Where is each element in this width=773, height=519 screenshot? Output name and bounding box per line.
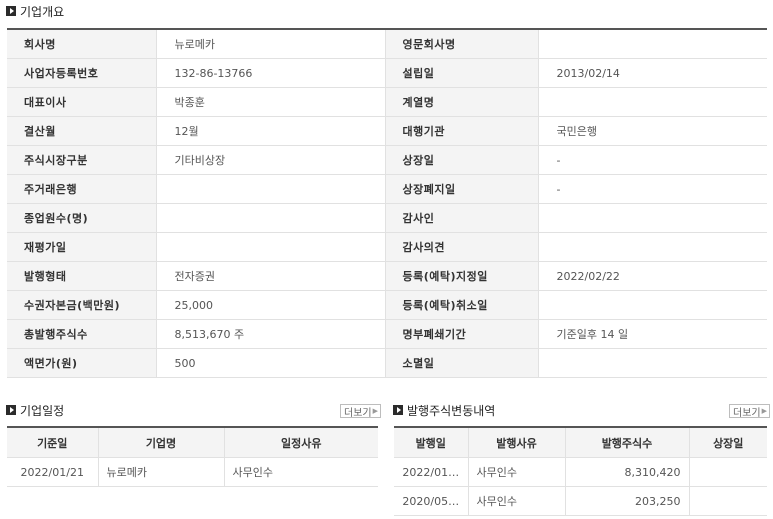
overview-label: 총발행주식수 [7,319,156,349]
more-label: 더보기 [733,407,761,419]
shares-cell-listing-date [688,486,767,516]
table-row: 사업자등록번호 132-86-13766 설립일 2013/02/14 [7,58,767,88]
overview-label: 대행기관 [385,116,538,146]
table-row: 발행형태 전자증권 등록(예탁)지정일 2022/02/22 [7,261,767,291]
shares-title: 발행주식변동내역 [407,403,496,418]
overview-label: 발행형태 [7,261,156,291]
overview-label: 감사의견 [385,232,538,262]
shares-cell-issue-date: 2020/05… [394,486,468,516]
table-row: 수권자본금(백만원) 25,000 등록(예탁)취소일 [7,290,767,320]
shares-header-count: 발행주식수 [564,426,689,458]
overview-value [537,28,767,59]
overview-value [155,174,386,204]
table-row: 주식시장구분 기타비상장 상장일 - [7,145,767,175]
overview-label: 설립일 [385,58,538,88]
shares-cell-count: 203,250 [564,486,689,516]
overview-label: 종업원수(명) [7,203,156,233]
overview-value: 전자증권 [155,261,386,291]
schedule-cell-company: 뉴로메카 [97,457,224,487]
overview-label: 영문회사명 [385,28,538,59]
schedule-cell-reason: 사무인수 [223,457,378,487]
schedule-title: 기업일정 [20,403,65,418]
overview-value: 8,513,670 주 [155,319,386,349]
overview-label: 액면가(원) [7,348,156,378]
overview-value: 국민은행 [537,116,767,146]
schedule-more-button[interactable]: 더보기 ▶ [340,404,381,419]
overview-value: - [537,174,767,204]
overview-label: 결산월 [7,116,156,146]
shares-section-title: 발행주식변동내역 [393,402,495,418]
overview-value: 뉴로메카 [155,28,386,59]
shares-header-issue-date: 발행일 [394,426,468,458]
schedule-table: 기준일 기업명 일정사유 2022/01/21 뉴로메카 사무인수 [7,426,378,487]
shares-header-listing-date: 상장일 [688,426,767,458]
shares-cell-count: 8,310,420 [564,457,689,487]
overview-label: 상장폐지일 [385,174,538,204]
shares-cell-issue-date: 2022/01… [394,457,468,487]
overview-value: 기타비상장 [155,145,386,175]
shares-cell-reason: 사무인수 [467,486,565,516]
more-label: 더보기 [344,407,372,419]
bullet-arrow-icon [6,405,16,415]
overview-label: 대표이사 [7,87,156,117]
chevron-right-icon: ▶ [372,407,378,415]
shares-cell-reason: 사무인수 [467,457,565,487]
table-row: 2020/05… 사무인수 203,250 [394,486,767,516]
overview-value: 500 [155,348,386,378]
table-row: 회사명 뉴로메카 영문회사명 [7,28,767,59]
schedule-section-title: 기업일정 [6,402,64,418]
overview-label: 상장일 [385,145,538,175]
overview-label: 회사명 [7,28,156,59]
overview-value [537,87,767,117]
overview-label: 계열명 [385,87,538,117]
overview-value: 12월 [155,116,386,146]
overview-title: 기업개요 [20,4,65,19]
overview-value [155,203,386,233]
overview-label: 소멸일 [385,348,538,378]
shares-table: 발행일 발행사유 발행주식수 상장일 2022/01… 사무인수 8,310,4… [394,426,767,516]
table-row: 재평가일 감사의견 [7,232,767,262]
table-row: 2022/01/21 뉴로메카 사무인수 [7,457,378,487]
overview-label: 주거래은행 [7,174,156,204]
overview-value: 25,000 [155,290,386,320]
overview-value: 박종훈 [155,87,386,117]
shares-more-button[interactable]: 더보기 ▶ [729,404,770,419]
table-row: 총발행주식수 8,513,670 주 명부폐쇄기간 기준일후 14 일 [7,319,767,349]
overview-value [155,232,386,262]
overview-label: 등록(예탁)취소일 [385,290,538,320]
overview-value: 2022/02/22 [537,261,767,291]
overview-value [537,203,767,233]
overview-label: 명부폐쇄기간 [385,319,538,349]
table-row: 액면가(원) 500 소멸일 [7,348,767,378]
bullet-arrow-icon [6,6,16,16]
overview-value [537,232,767,262]
overview-value: 2013/02/14 [537,58,767,88]
shares-header-reason: 발행사유 [467,426,565,458]
overview-label: 재평가일 [7,232,156,262]
table-row: 결산월 12월 대행기관 국민은행 [7,116,767,146]
shares-cell-listing-date [688,457,767,487]
overview-label: 감사인 [385,203,538,233]
overview-value: - [537,145,767,175]
schedule-cell-date: 2022/01/21 [7,457,98,487]
overview-value [537,290,767,320]
table-row: 대표이사 박종훈 계열명 [7,87,767,117]
overview-value: 기준일후 14 일 [537,319,767,349]
table-row: 종업원수(명) 감사인 [7,203,767,233]
chevron-right-icon: ▶ [761,407,767,415]
schedule-header-reason: 일정사유 [223,426,378,458]
schedule-header-date: 기준일 [7,426,98,458]
table-row: 2022/01… 사무인수 8,310,420 [394,457,767,487]
overview-label: 수권자본금(백만원) [7,290,156,320]
schedule-header-company: 기업명 [97,426,224,458]
bullet-arrow-icon [393,405,403,415]
overview-label: 주식시장구분 [7,145,156,175]
overview-label: 등록(예탁)지정일 [385,261,538,291]
overview-section-title: 기업개요 [6,3,64,19]
table-row: 주거래은행 상장폐지일 - [7,174,767,204]
overview-label: 사업자등록번호 [7,58,156,88]
company-overview-table: 회사명 뉴로메카 영문회사명 사업자등록번호 132-86-13766 설립일 2013/0… [7,28,767,378]
overview-value: 132-86-13766 [155,58,386,88]
overview-value [537,348,767,378]
